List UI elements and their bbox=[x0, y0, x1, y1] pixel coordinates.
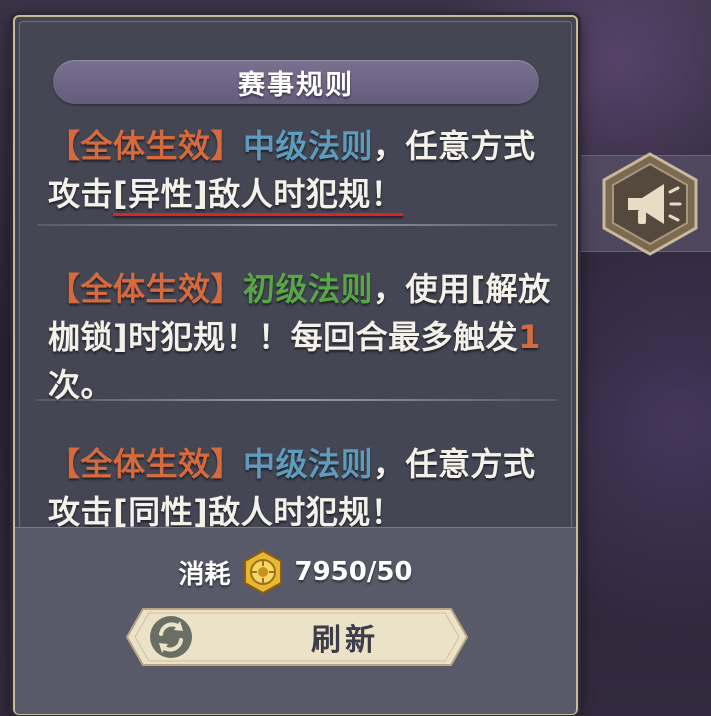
rule-scope-tag: 【全体生效】 bbox=[48, 270, 244, 308]
rule-underlined-text: [异性]敌人时犯规！ bbox=[113, 175, 404, 213]
rule-item-3: 【全体生效】中级法则，任意方式攻击[同性]敌人时犯规！ bbox=[48, 440, 553, 536]
divider bbox=[37, 399, 557, 401]
rule-level: 初级法则 bbox=[243, 270, 374, 308]
game-scene: 赛事规则 【全体生效】中级法则，任意方式攻击[异性]敌人时犯规！ 【全体生效】初… bbox=[0, 0, 711, 716]
rule-level: 中级法则 bbox=[243, 445, 374, 483]
cost-label: 消耗 bbox=[178, 559, 231, 590]
refresh-button[interactable]: 刷新 bbox=[125, 607, 469, 667]
cost-row: 消耗 7950/50 bbox=[15, 547, 576, 597]
rule-scope-tag: 【全体生效】 bbox=[48, 127, 244, 165]
rule-count: 1 bbox=[518, 318, 541, 356]
rule-item-1: 【全体生效】中级法则，任意方式攻击[异性]敌人时犯规！ bbox=[48, 122, 553, 218]
divider bbox=[37, 224, 557, 226]
title-bar: 赛事规则 bbox=[53, 60, 539, 104]
rules-panel: 赛事规则 【全体生效】中级法则，任意方式攻击[异性]敌人时犯规！ 【全体生效】初… bbox=[13, 15, 578, 715]
gold-coin-icon bbox=[244, 549, 283, 595]
rule-item-2: 【全体生效】初级法则，使用[解放枷锁]时犯规！！每回合最多触发1次。 bbox=[48, 265, 553, 409]
cost-value: 7950/50 bbox=[294, 557, 413, 587]
refresh-arrows-icon bbox=[150, 616, 192, 658]
refresh-button-label: 刷新 bbox=[311, 623, 379, 658]
rule-scope-tag: 【全体生效】 bbox=[48, 445, 244, 483]
megaphone-button[interactable] bbox=[598, 152, 702, 256]
panel-title: 赛事规则 bbox=[238, 69, 354, 101]
rule-underlined-text: [同性]敌人时犯规！ bbox=[113, 493, 404, 531]
rule-level: 中级法则 bbox=[243, 127, 374, 165]
